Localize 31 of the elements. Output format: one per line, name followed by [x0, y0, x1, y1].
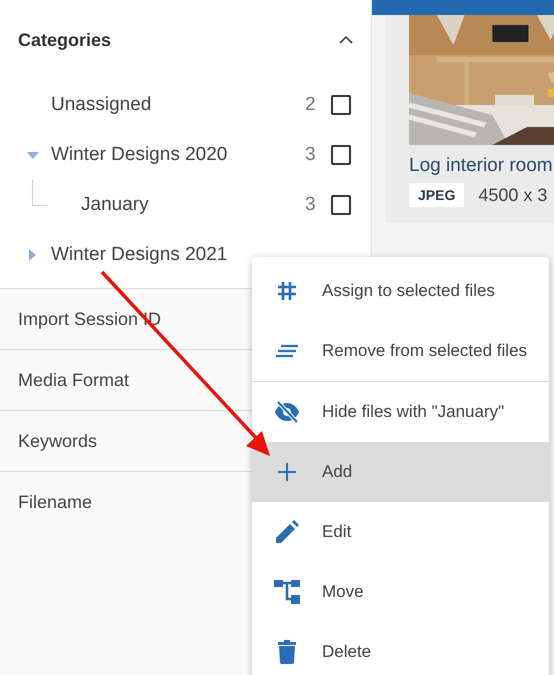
menu-item[interactable]: Remove from selected files [252, 321, 549, 381]
category-name[interactable]: January [81, 194, 305, 216]
tree-structure-icon [274, 580, 300, 604]
pencil-icon [275, 520, 299, 544]
plus-icon [277, 462, 297, 482]
lines-icon [275, 344, 299, 358]
file-count: 2 [305, 94, 317, 116]
menu-item[interactable]: Add [252, 442, 549, 502]
tree-line [32, 180, 47, 206]
file-count: 3 [305, 144, 317, 166]
checkbox[interactable] [331, 95, 351, 115]
image-dimensions: 4500 x 3 [478, 184, 548, 206]
filter-section-title[interactable]: Media Format [18, 370, 130, 390]
format-tag: JPEG [409, 183, 464, 207]
menu-item[interactable]: Hide files with "January" [252, 382, 549, 442]
menu-item[interactable]: Edit [252, 502, 549, 562]
file-title: Log interior room [409, 155, 554, 177]
menu-item[interactable]: Delete [252, 622, 549, 675]
checkbox[interactable] [331, 195, 351, 215]
category-name[interactable]: Winter Designs 2020 [51, 144, 305, 166]
category-name[interactable]: Unassigned [51, 94, 305, 116]
filter-section-title[interactable]: Filename [18, 492, 92, 512]
chevron-up-icon[interactable] [339, 36, 353, 44]
eye-off-icon [274, 401, 300, 423]
panel-title: Categories [18, 30, 112, 50]
checkbox[interactable] [331, 145, 351, 165]
file-count: 3 [305, 194, 317, 216]
trash-icon [278, 640, 296, 664]
hash-icon [277, 281, 297, 301]
menu-item[interactable]: Move [252, 562, 549, 622]
filter-section-title[interactable]: Keywords [18, 430, 98, 452]
